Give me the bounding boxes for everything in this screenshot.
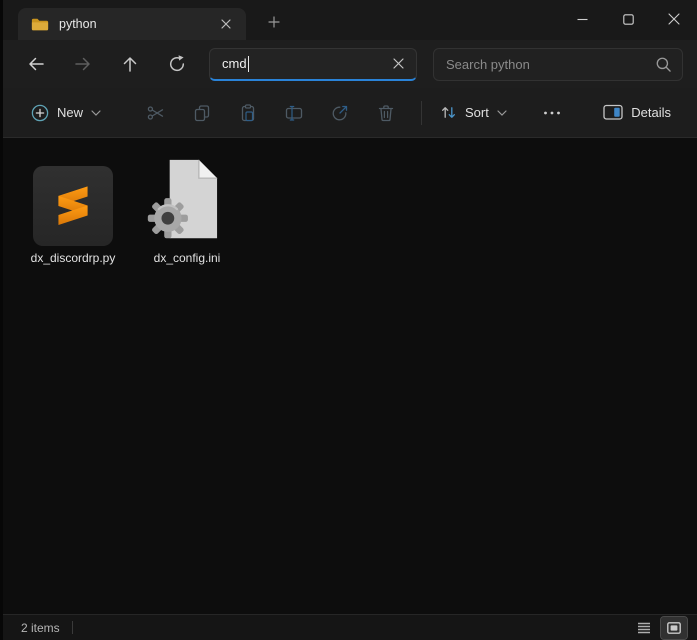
share-icon [330,103,350,123]
list-view-button[interactable] [631,617,657,639]
plus-icon [268,16,280,28]
details-button[interactable]: Details [593,97,681,128]
folder-icon [31,17,49,32]
copy-icon [192,103,212,123]
details-pane-icon [603,104,623,121]
arrow-up-icon [120,54,140,74]
command-toolbar: New Sort Details [3,88,697,138]
maximize-button[interactable] [605,0,651,38]
forward-button[interactable] [66,47,100,81]
tab-close-button[interactable] [214,12,238,36]
close-icon [668,13,680,25]
close-icon [392,58,404,69]
close-window-button[interactable] [651,0,697,38]
large-icons-view-button[interactable] [660,615,688,640]
chevron-down-icon [91,109,101,116]
ellipsis-icon [543,110,561,116]
copy-button[interactable] [183,95,221,131]
items-count: 2 items [21,620,60,635]
back-button[interactable] [19,47,53,81]
scissors-icon [146,103,166,123]
minimize-icon [577,14,588,25]
search-icon [655,56,672,73]
file-list-area[interactable]: dx_discordrp.py dx_config.ini [3,138,697,614]
address-input[interactable]: cmd [209,47,417,81]
new-tab-button[interactable] [260,8,288,36]
file-item-dx-config[interactable]: dx_config.ini [131,150,243,271]
cut-button[interactable] [137,95,175,131]
new-button-label: New [57,105,84,120]
status-bar: 2 items [3,614,697,640]
trash-icon [376,103,396,123]
titlebar: python [3,0,697,40]
large-icons-view-icon [667,621,681,634]
search-input[interactable] [446,56,655,72]
window-controls [559,0,697,40]
view-toggle-group [631,615,688,640]
toolbar-separator [421,100,423,125]
file-name: dx_config.ini [153,251,221,265]
maximize-icon [622,13,634,25]
tab-label: python [59,17,97,31]
search-box [433,47,683,81]
rename-icon [284,103,304,123]
file-explorer-window: python cmd Search python New Sort Detail… [0,0,697,640]
address-value: cmd [222,56,247,71]
share-button[interactable] [321,95,359,131]
delete-button[interactable] [367,95,405,131]
arrow-left-icon [26,54,46,74]
list-view-icon [637,622,651,634]
chevron-down-icon [497,109,507,116]
new-button[interactable]: New [21,97,111,129]
plus-circle-icon [31,104,49,122]
clipboard-icon [238,103,258,123]
config-file-icon [146,154,228,246]
text-caret [247,55,250,72]
sort-button[interactable]: Sort [430,97,517,128]
sort-arrows-icon [440,104,457,121]
minimize-button[interactable] [559,0,605,38]
up-button[interactable] [113,47,147,81]
navigation-bar: cmd [3,40,697,88]
more-options-button[interactable] [533,95,571,131]
file-name: dx_discordrp.py [30,251,116,265]
clear-address-button[interactable] [386,52,410,76]
sort-button-label: Sort [465,105,489,120]
sublime-text-icon [33,166,113,246]
status-separator [71,621,73,634]
tab-python[interactable]: python [18,8,246,40]
paste-button[interactable] [229,95,267,131]
refresh-button[interactable] [160,47,194,81]
details-button-label: Details [631,105,671,120]
arrow-right-icon [73,54,93,74]
refresh-icon [167,54,187,74]
rename-button[interactable] [275,95,313,131]
file-item-dx-discordrp[interactable]: dx_discordrp.py [17,150,129,271]
close-icon [221,19,231,29]
